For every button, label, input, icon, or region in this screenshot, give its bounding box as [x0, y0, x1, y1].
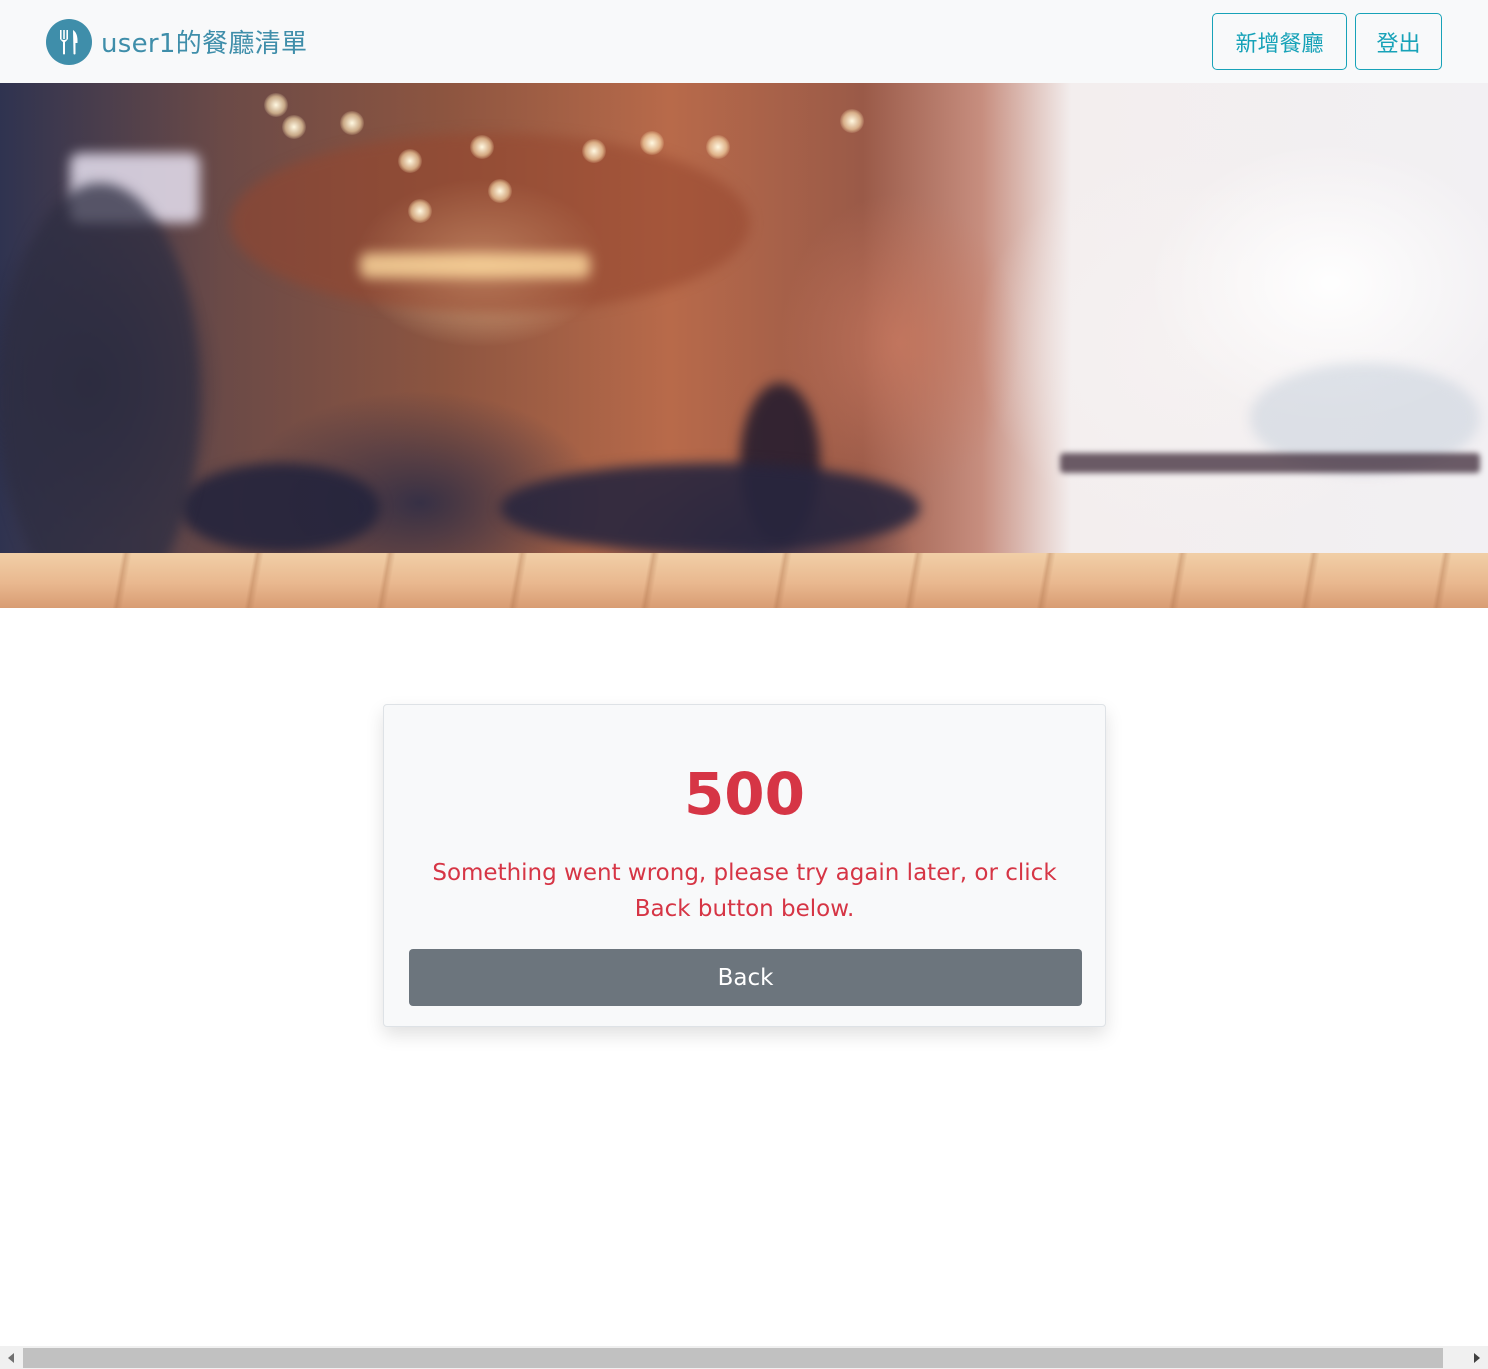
brand-link[interactable]: user1的餐廳清單: [46, 18, 308, 65]
scroll-left-icon[interactable]: [0, 1346, 22, 1369]
hero-wooden-table: [0, 553, 1488, 608]
hero-light: [282, 115, 306, 139]
error-card: 500 Something went wrong, please try aga…: [383, 704, 1106, 1027]
hero-light: [640, 131, 664, 155]
error-message: Something went wrong, please try again l…: [432, 860, 1057, 922]
hero-table-blob: [1060, 453, 1480, 473]
scrollbar-thumb[interactable]: [23, 1348, 1443, 1368]
nav-actions: 新增餐廳 登出: [1212, 13, 1442, 70]
hero-seat-blob: [180, 463, 380, 553]
brand-title: user1的餐廳清單: [101, 29, 308, 59]
hero-light: [340, 111, 364, 135]
horizontal-scrollbar[interactable]: [0, 1346, 1488, 1369]
hero-light: [706, 135, 730, 159]
scroll-right-icon[interactable]: [1466, 1346, 1488, 1369]
hero-light: [582, 139, 606, 163]
hero-banner-image: [0, 83, 1488, 608]
utensils-icon: [46, 18, 92, 65]
hero-left-wall-blob: [0, 183, 200, 608]
hero-light: [470, 135, 494, 159]
hero-light: [398, 149, 422, 173]
hero-light: [840, 109, 864, 133]
add-restaurant-button[interactable]: 新增餐廳: [1212, 13, 1347, 70]
scrollbar-track[interactable]: [22, 1346, 1466, 1369]
hero-light: [264, 93, 288, 117]
hero-bar-light-blob: [360, 253, 590, 278]
hero-light: [408, 199, 432, 223]
navbar: user1的餐廳清單 新增餐廳 登出: [0, 0, 1488, 83]
hero-light: [488, 179, 512, 203]
hero-bar-blob: [230, 133, 750, 313]
back-button[interactable]: Back: [409, 949, 1082, 1006]
logout-button[interactable]: 登出: [1355, 13, 1442, 70]
error-code: 500: [683, 760, 806, 828]
hero-sofa-blob: [500, 463, 920, 553]
